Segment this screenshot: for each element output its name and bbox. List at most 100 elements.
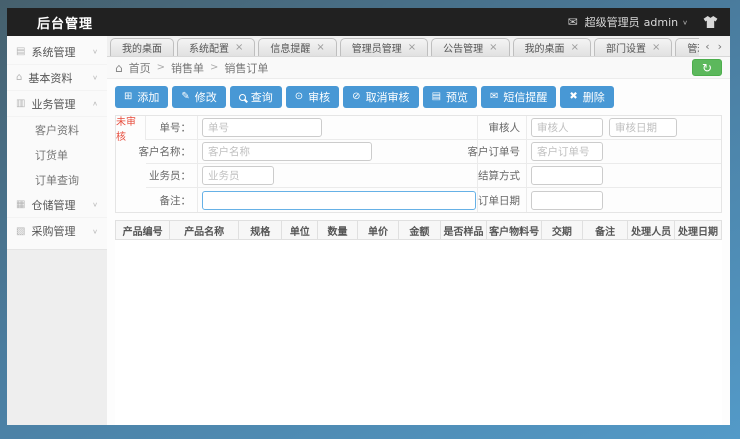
tab-scroll-right-icon[interactable]: › (718, 40, 722, 53)
theme-skin-button[interactable] (703, 16, 718, 28)
col-customer-material-no: 客户物料号 (487, 221, 542, 239)
refresh-icon: ↻ (701, 60, 713, 75)
status-badge: 未审核 (116, 116, 146, 143)
close-icon[interactable]: × (652, 42, 660, 53)
col-quantity: 数量 (318, 221, 358, 239)
sidebar-item-purchase-mgmt[interactable]: ▧ 采购管理 ∨ (7, 218, 107, 244)
edit-button[interactable]: ✎ 修改 (172, 86, 226, 108)
tab-my-desktop-2[interactable]: 我的桌面 × (512, 38, 591, 56)
tab-label: 系统配置 (189, 44, 229, 55)
sidebar-item-basic-data[interactable]: ⌂ 基本资料 ∨ (7, 65, 107, 91)
col-handler: 处理人员 (628, 221, 676, 239)
col-delivery-date: 交期 (542, 221, 584, 239)
col-product-no: 产品编号 (116, 221, 171, 239)
tab-label: 信息提醒 (270, 44, 311, 55)
button-label: 短信提醒 (503, 91, 548, 104)
sidebar-item-business-mgmt[interactable]: ▥ 业务管理 ∧ (7, 91, 107, 117)
col-is-sample: 是否样品 (441, 221, 488, 239)
grid-icon: ▤ (16, 46, 26, 57)
product-table-body (115, 240, 722, 425)
auditor-input[interactable] (531, 118, 603, 137)
chevron-down-icon: ∨ (92, 73, 98, 82)
tabs-viewport: 我的桌面 系统配置 × 信息提醒 × 管理员管理 × 公告管理 × 我的桌面 ×… (110, 38, 700, 56)
toolbar: ⊞ 添加 ✎ 修改 查询 ⊙ 审核 ⊘ 取消审核 ▤ 预览 ✉ 短信提醒 ✖ 删… (115, 86, 722, 108)
sidebar-item-system-mgmt[interactable]: ▤ 系统管理 ∨ (7, 39, 107, 65)
audit-date-input[interactable] (609, 118, 677, 137)
tab-label: 部门设置 (605, 44, 646, 55)
mail-icon[interactable]: ✉ (568, 15, 578, 29)
order-no-input[interactable] (202, 118, 322, 137)
order-date-label: 订单日期 (478, 188, 527, 212)
home-icon: ⌂ (16, 72, 23, 83)
tab-my-desktop[interactable]: 我的桌面 (110, 38, 174, 56)
user-dropdown[interactable]: 超级管理员 admin ∨ (585, 14, 688, 30)
button-label: 添加 (137, 91, 160, 104)
sidebar-item-label: 采购管理 (31, 225, 76, 238)
order-form: 未审核 单号： 审核人 客户名称： (115, 115, 722, 213)
sidebar-item-order-query[interactable]: 订单查询 (7, 167, 107, 192)
tab-info-remind[interactable]: 信息提醒 × (258, 38, 337, 56)
customer-name-input[interactable] (202, 142, 372, 161)
remark-input[interactable] (202, 190, 476, 210)
tab-system-config[interactable]: 系统配置 × (177, 38, 256, 56)
chevron-down-icon: ∨ (682, 18, 688, 26)
customer-order-no-input[interactable] (531, 142, 603, 161)
sidebar-item-customer-data[interactable]: 客户资料 (7, 117, 107, 142)
sidebar-item-warehouse-mgmt[interactable]: ▦ 仓储管理 ∨ (7, 192, 107, 218)
sms-remind-button[interactable]: ✉ 短信提醒 (481, 86, 557, 108)
refresh-button[interactable]: ↻ (692, 59, 722, 76)
cart-icon: ▧ (16, 225, 26, 237)
plus-square-icon: ⊞ (124, 91, 133, 102)
close-icon[interactable]: × (235, 42, 243, 53)
query-button[interactable]: 查询 (229, 86, 282, 108)
chevron-down-icon: ∨ (92, 227, 98, 235)
audit-button[interactable]: ⊙ 审核 (285, 86, 340, 108)
close-icon[interactable]: × (316, 42, 324, 53)
cancel-audit-button[interactable]: ⊘ 取消审核 (343, 86, 419, 108)
circle-check-icon: ⊙ (294, 91, 304, 102)
col-remark: 备注 (583, 221, 629, 239)
sidebar-menu: ▤ 系统管理 ∨ ⌂ 基本资料 ∨ ▥ 业务管理 ∧ 客户资料 订货单 订单查询… (7, 36, 107, 250)
sidebar-item-order-form[interactable]: 订货单 (7, 142, 107, 167)
col-amount: 金额 (399, 221, 441, 239)
order-no-label: 单号： (146, 116, 198, 140)
tab-department-setup[interactable]: 部门设置 × (593, 38, 673, 56)
close-icon[interactable]: × (489, 42, 497, 53)
settlement-method-input[interactable] (531, 166, 603, 185)
preview-button[interactable]: ▤ 预览 (422, 86, 478, 108)
tab-scroll-left-icon[interactable]: ‹ (705, 40, 709, 53)
button-label: 取消审核 (365, 91, 410, 104)
add-button[interactable]: ⊞ 添加 (115, 86, 169, 108)
breadcrumb: ⌂ 首页 > 销售单 > 销售订单 ↻ (107, 57, 730, 79)
close-icon[interactable]: × (571, 42, 579, 53)
delete-button[interactable]: ✖ 删除 (560, 86, 614, 108)
tab-announcement-mgmt[interactable]: 公告管理 × (431, 38, 510, 56)
sidebar: ▤ 系统管理 ∨ ⌂ 基本资料 ∨ ▥ 业务管理 ∧ 客户资料 订货单 订单查询… (7, 36, 107, 425)
tab-scroll-arrows: ‹ › (699, 40, 730, 56)
order-date-input[interactable] (531, 190, 603, 210)
col-unit-price: 单价 (358, 221, 400, 239)
breadcrumb-home[interactable]: 首页 (129, 60, 151, 76)
main-area: 我的桌面 系统配置 × 信息提醒 × 管理员管理 × 公告管理 × 我的桌面 ×… (107, 36, 730, 425)
home-icon: ⌂ (115, 60, 123, 75)
sidebar-item-label: 基本资料 (28, 71, 73, 85)
remark-label: 备注： (146, 188, 198, 212)
breadcrumb-level2: 销售订单 (224, 61, 269, 75)
breadcrumb-separator: > (156, 62, 166, 73)
close-icon[interactable]: × (408, 42, 416, 53)
product-table-header: 产品编号 产品名称 规格 单位 数量 单价 金额 是否样品 客户物料号 交期 备… (115, 220, 722, 240)
tab-admin-mgmt-2[interactable]: 管理员管理 × (675, 38, 700, 56)
chevron-down-icon: ∨ (92, 200, 98, 209)
button-label: 修改 (194, 91, 217, 104)
message-icon: ✉ (490, 91, 499, 102)
sidebar-subitem-label: 客户资料 (35, 123, 79, 137)
sidebar-item-label: 业务管理 (31, 97, 76, 111)
tab-label: 管理员管理 (351, 44, 402, 55)
button-label: 审核 (308, 91, 331, 104)
tab-label: 管理员管理 (687, 44, 699, 55)
search-icon (238, 93, 246, 101)
breadcrumb-level1[interactable]: 销售单 (171, 60, 204, 76)
salesman-input[interactable] (202, 166, 274, 185)
tab-admin-mgmt[interactable]: 管理员管理 × (339, 38, 429, 56)
app-body: ▤ 系统管理 ∨ ⌂ 基本资料 ∨ ▥ 业务管理 ∧ 客户资料 订货单 订单查询… (7, 36, 730, 425)
